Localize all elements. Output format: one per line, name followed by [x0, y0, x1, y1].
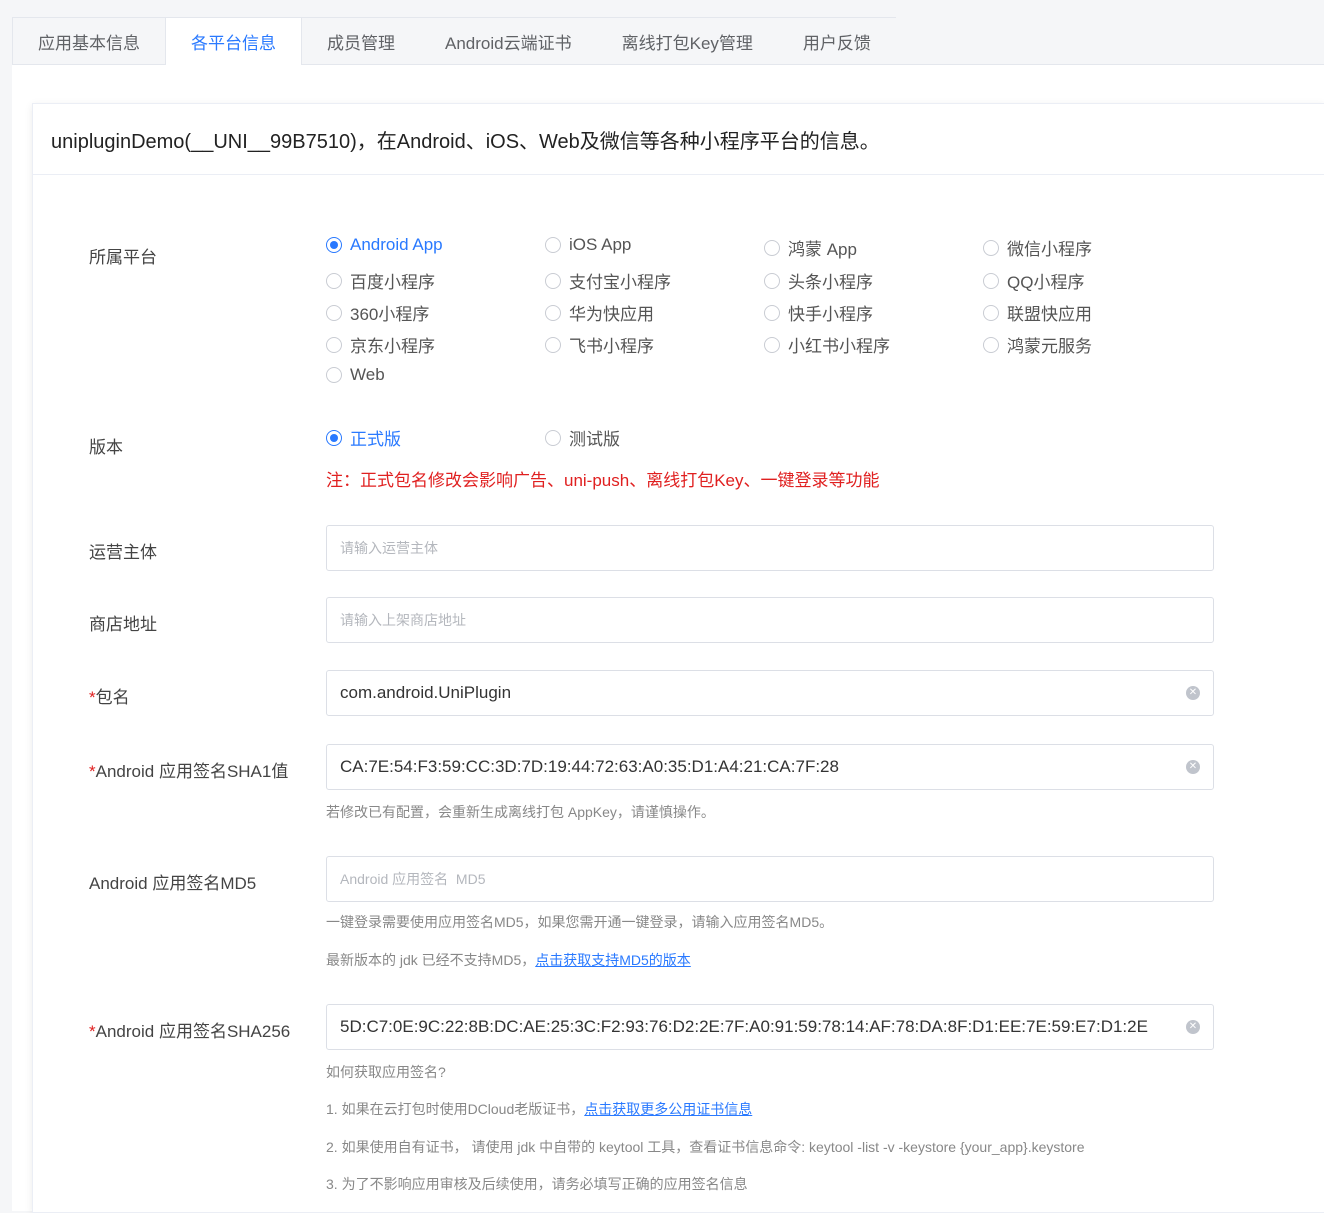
sha1-help: 若修改已有配置，会重新生成离线打包 AppKey，请谨慎操作。 [326, 804, 715, 820]
version-radio-release[interactable]: 正式版 [326, 425, 401, 450]
radio-icon [326, 429, 342, 446]
md5-label: Android 应用签名MD5 [89, 874, 257, 893]
tab-feedback[interactable]: 用户反馈 [777, 17, 896, 65]
radio-icon [764, 272, 780, 289]
tab-basic-info[interactable]: 应用基本信息 [12, 17, 166, 65]
radio-icon [326, 237, 342, 253]
sha256-help-title: 如何获取应用签名? [326, 1064, 446, 1080]
radio-icon [326, 367, 342, 383]
sha256-help-2: 2. 如果使用自有证书， 请使用 jdk 中自带的 keytool 工具，查看证… [326, 1139, 1085, 1155]
tab-bar: 应用基本信息 各平台信息 成员管理 Android云端证书 离线打包Key管理 … [12, 17, 1324, 66]
card-title: uniplugin​Demo(__UNI__99B7510)，在Android、… [33, 104, 1324, 175]
platform-radio-360[interactable]: 360小程序 [326, 300, 429, 325]
md5-field [326, 856, 1214, 902]
sha256-help-3: 3. 为了不影响应用审核及后续使用，请务必填写正确的应用签名信息 [326, 1176, 748, 1192]
tab-offline-key[interactable]: 离线打包Key管理 [596, 17, 778, 65]
radio-icon [983, 239, 999, 256]
sha256-field: ✕ [326, 1004, 1214, 1050]
md5-help-1: 一键登录需要使用应用签名MD5，如果您需开通一键登录，请输入应用签名MD5。 [326, 914, 834, 930]
radio-icon [326, 272, 342, 289]
md5-help-2: 最新版本的 jdk 已经不支持MD5，点击获取支持MD5的版本 [326, 952, 691, 968]
clear-icon[interactable]: ✕ [1186, 1020, 1200, 1034]
sha256-help-1: 1. 如果在云打包时使用DCloud老版证书，点击获取更多公用证书信息 [326, 1101, 753, 1117]
operator-label: 运营主体 [89, 543, 157, 562]
clear-icon[interactable]: ✕ [1186, 760, 1200, 774]
public-cert-link[interactable]: 点击获取更多公用证书信息 [584, 1101, 752, 1117]
platform-radio-harmony-service[interactable]: 鸿蒙元服务 [983, 332, 1092, 357]
tab-android-cloud-cert[interactable]: Android云端证书 [420, 17, 597, 65]
platform-radio-ios[interactable]: iOS App [545, 235, 631, 255]
sha1-label: *Android 应用签名SHA1值 [89, 762, 289, 781]
sha1-input[interactable] [340, 757, 1178, 777]
md5-input[interactable] [340, 869, 1200, 889]
radio-icon [326, 304, 342, 321]
platform-radio-feishu[interactable]: 飞书小程序 [545, 332, 654, 357]
radio-icon [545, 336, 561, 353]
radio-icon [764, 336, 780, 353]
tab-members[interactable]: 成员管理 [302, 17, 420, 65]
radio-icon [983, 336, 999, 353]
platform-radio-web[interactable]: Web [326, 365, 385, 385]
radio-icon [545, 237, 561, 253]
platform-radio-toutiao[interactable]: 头条小程序 [764, 268, 873, 293]
package-name-input[interactable] [340, 683, 1178, 703]
radio-icon [545, 272, 561, 289]
platform-radio-huawei-quickapp[interactable]: 华为快应用 [545, 300, 654, 325]
platform-radio-alipay[interactable]: 支付宝小程序 [545, 268, 671, 293]
tab-panel: uniplugin​Demo(__UNI__99B7510)，在Android、… [12, 65, 1324, 1213]
platform-radio-jd[interactable]: 京东小程序 [326, 332, 435, 357]
radio-icon [764, 239, 780, 256]
sha256-input[interactable] [340, 1017, 1178, 1037]
md5-version-link[interactable]: 点击获取支持MD5的版本 [535, 952, 691, 968]
radio-icon [764, 304, 780, 321]
sha256-label: *Android 应用签名SHA256 [89, 1022, 291, 1041]
platform-card: uniplugin​Demo(__UNI__99B7510)，在Android、… [32, 103, 1324, 1213]
store-url-input[interactable] [340, 610, 1200, 630]
tab-platform-info[interactable]: 各平台信息 [166, 17, 302, 66]
platform-radio-baidu[interactable]: 百度小程序 [326, 268, 435, 293]
operator-input[interactable] [340, 538, 1200, 558]
radio-icon [545, 429, 561, 446]
platform-radio-xiaohongshu[interactable]: 小红书小程序 [764, 332, 890, 357]
platform-radio-android[interactable]: Android App [326, 235, 443, 255]
version-notice: 注：正式包名修改会影响广告、uni-push、离线打包Key、一键登录等功能 [326, 471, 880, 490]
store-field [326, 597, 1214, 643]
platform-radio-wechat[interactable]: 微信小程序 [983, 235, 1092, 260]
platform-radio-harmony[interactable]: 鸿蒙 App [764, 235, 857, 260]
clear-icon[interactable]: ✕ [1186, 686, 1200, 700]
platform-radio-alliance-quickapp[interactable]: 联盟快应用 [983, 300, 1092, 325]
operator-field [326, 525, 1214, 571]
store-label: 商店地址 [89, 615, 157, 634]
platform-label: 所属平台 [89, 248, 157, 267]
radio-icon [545, 304, 561, 321]
package-field: ✕ [326, 670, 1214, 716]
platform-radio-kuaishou[interactable]: 快手小程序 [764, 300, 873, 325]
radio-icon [983, 272, 999, 289]
radio-icon [326, 336, 342, 353]
version-label: 版本 [89, 438, 123, 457]
platform-radio-qq[interactable]: QQ小程序 [983, 268, 1084, 293]
version-radio-test[interactable]: 测试版 [545, 425, 620, 450]
radio-icon [983, 304, 999, 321]
package-label: *包名 [89, 688, 130, 707]
sha1-field: ✕ [326, 744, 1214, 790]
